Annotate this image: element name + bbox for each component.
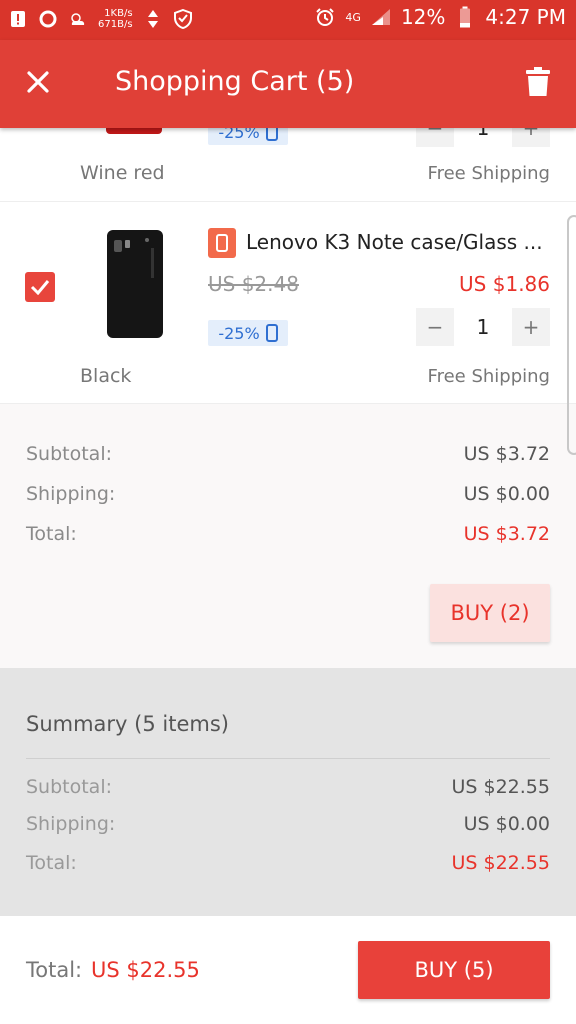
trash-icon (526, 67, 550, 96)
total-label: Total: (26, 958, 83, 982)
shipping-value: US $0.00 (463, 483, 550, 505)
mobile-discount-badge: -25% (208, 320, 288, 346)
order-summary: Summary (5 items) Subtotal: US $22.55 Sh… (0, 668, 576, 916)
sale-price: US $1.86 (459, 272, 550, 296)
quantity-stepper: − 1 + (416, 128, 550, 147)
quantity-value[interactable]: 1 (454, 128, 512, 147)
total-value: US $22.55 (451, 852, 551, 874)
quantity-value[interactable]: 1 (454, 308, 512, 346)
total-row: Total: US $22.55 (26, 852, 550, 880)
store-subtotal: Subtotal: US $3.72 Shipping: US $0.00 To… (0, 404, 576, 668)
status-bar: 1KB/s 671B/s 4G 12% 4:27 PM (0, 0, 576, 40)
product-image[interactable] (107, 230, 163, 338)
mobile-phone-icon (265, 128, 278, 141)
clock: 4:27 PM (485, 5, 566, 29)
total-value: US $3.72 (463, 523, 550, 545)
shipping-label: Free Shipping (427, 163, 550, 184)
shipping-label: Free Shipping (427, 366, 550, 387)
shipping-label: Shipping: (26, 813, 116, 835)
subtotal-label: Subtotal: (26, 776, 113, 798)
subtotal-row: Subtotal: US $3.72 (26, 443, 550, 471)
increase-button[interactable]: + (512, 308, 550, 346)
cart-item: -25% − 1 + Wine red Free Shipping (0, 128, 576, 202)
subtotal-row: Subtotal: US $22.55 (26, 776, 550, 804)
delete-button[interactable] (520, 62, 556, 102)
total-label: Total: (26, 523, 77, 545)
alarm-icon (315, 7, 335, 27)
network-speed: 1KB/s 671B/s (98, 8, 133, 30)
total-label: Total: (26, 852, 77, 874)
shield-icon (173, 9, 193, 29)
original-price: US $2.48 (208, 272, 299, 296)
subtotal-label: Subtotal: (26, 443, 113, 465)
status-icons-right: 4G 12% 4:27 PM (315, 5, 566, 29)
quantity-stepper: − 1 + (416, 308, 550, 346)
mobile-phone-icon (265, 324, 278, 342)
close-button[interactable] (18, 62, 58, 102)
divider (26, 758, 550, 759)
decrease-button[interactable]: − (416, 128, 454, 147)
alert-icon (8, 9, 28, 29)
discount-text: -25% (218, 128, 260, 142)
edge-panel-handle[interactable] (567, 215, 576, 455)
download-speed: 671B/s (98, 19, 133, 30)
variant-label: Black (80, 365, 132, 387)
variant-label: Wine red (80, 162, 165, 184)
subtotal-value: US $22.55 (451, 776, 551, 798)
close-icon (27, 71, 49, 93)
shipping-row: Shipping: US $0.00 (26, 813, 550, 841)
network-type: 4G (345, 10, 361, 24)
shipping-row: Shipping: US $0.00 (26, 483, 550, 511)
signal-icon (371, 7, 391, 27)
mobile-discount-badge: -25% (208, 128, 288, 145)
checkmark-icon (30, 280, 50, 295)
item-checkbox[interactable] (25, 272, 55, 302)
cart-item: Lenovo K3 Note case/Glass ... US $2.48 U… (0, 202, 576, 404)
app-bar: Shopping Cart (5) (0, 40, 576, 128)
decrease-button[interactable]: − (416, 308, 454, 346)
page-title: Shopping Cart (5) (115, 66, 355, 97)
discount-text: -25% (218, 323, 260, 343)
total-row: Total: US $3.72 (26, 523, 550, 551)
battery-icon (455, 6, 475, 28)
shipping-value: US $0.00 (463, 813, 550, 835)
subtotal-value: US $3.72 (463, 443, 550, 465)
sync-circle-icon (38, 9, 58, 29)
summary-title: Summary (5 items) (26, 712, 229, 736)
battery-percent: 12% (400, 5, 446, 29)
shipping-label: Shipping: (26, 483, 116, 505)
buy-store-button[interactable]: BUY (2) (430, 584, 550, 642)
status-icons-left: 1KB/s 671B/s (8, 8, 193, 30)
total-amount: US $22.55 (91, 958, 200, 982)
checkout-bar: Total: US $22.55 BUY (5) (0, 916, 576, 1024)
up-down-arrows-icon (143, 9, 163, 29)
product-title[interactable]: Lenovo K3 Note case/Glass ... (246, 230, 556, 254)
increase-button[interactable]: + (512, 128, 550, 147)
product-image[interactable] (106, 128, 162, 134)
upload-speed: 1KB/s (104, 8, 133, 19)
mobile-store-icon (208, 228, 236, 258)
buy-all-button[interactable]: BUY (5) (358, 941, 550, 999)
weather-icon (68, 9, 88, 29)
